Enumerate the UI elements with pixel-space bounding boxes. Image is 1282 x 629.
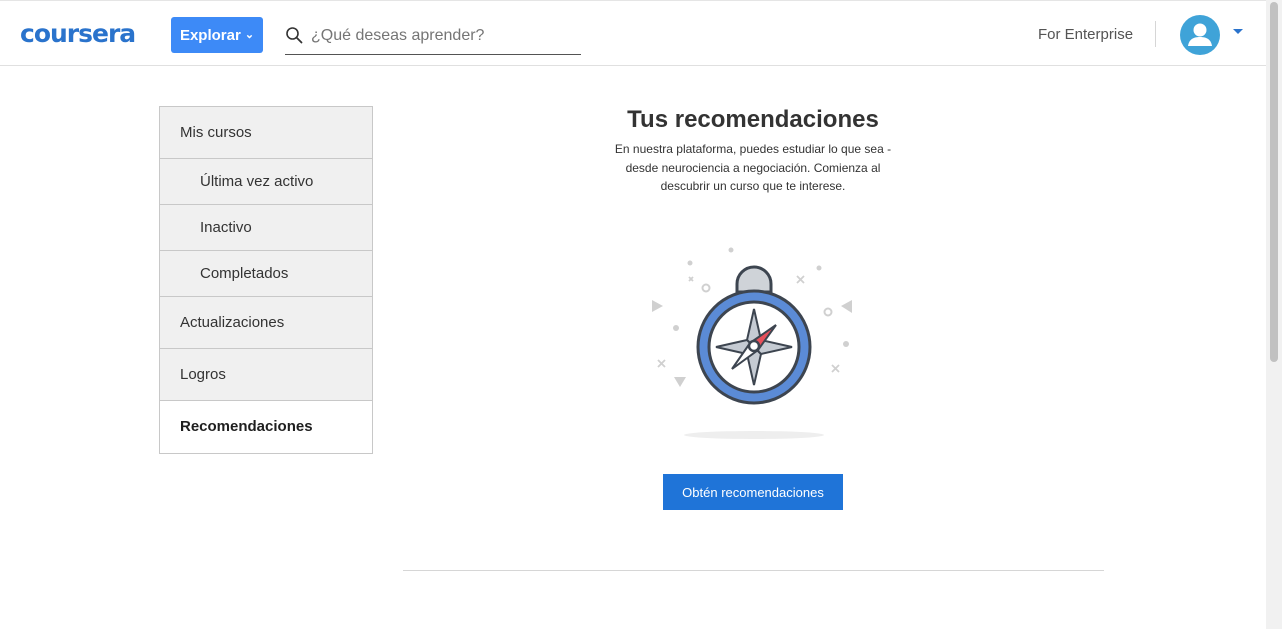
sidebar-menu: Mis cursos Última vez activo Inactivo Co… bbox=[159, 106, 373, 454]
avatar[interactable] bbox=[1180, 15, 1220, 55]
user-icon bbox=[1188, 23, 1212, 46]
sidebar-item-logros[interactable]: Logros bbox=[160, 349, 372, 401]
coursera-logo[interactable]: coursera bbox=[20, 19, 136, 48]
sidebar-item-completados[interactable]: Completados bbox=[160, 251, 372, 297]
chevron-down-icon: ⌄ bbox=[244, 28, 255, 41]
content-divider bbox=[403, 570, 1104, 571]
sidebar-item-mis-cursos[interactable]: Mis cursos bbox=[160, 107, 372, 159]
explore-button[interactable]: Explorar ⌄ bbox=[171, 17, 263, 53]
get-recommendations-button[interactable]: Obtén recomendaciones bbox=[663, 474, 843, 510]
search-icon[interactable] bbox=[285, 26, 303, 44]
sidebar-item-ultima-vez-activo[interactable]: Última vez activo bbox=[160, 159, 372, 205]
for-enterprise-link[interactable]: For Enterprise bbox=[1038, 26, 1133, 43]
vertical-scrollbar[interactable] bbox=[1266, 0, 1282, 629]
top-navigation-bar: coursera Explorar ⌄ For Enterprise bbox=[0, 0, 1266, 66]
search-bar bbox=[285, 18, 581, 55]
sidebar-item-actualizaciones[interactable]: Actualizaciones bbox=[160, 297, 372, 349]
search-input[interactable] bbox=[311, 22, 579, 50]
caret-down-icon[interactable] bbox=[1233, 29, 1243, 34]
page-title: Tus recomendaciones bbox=[627, 106, 879, 133]
compass-icon bbox=[652, 247, 852, 439]
explore-button-label: Explorar bbox=[179, 26, 241, 44]
sidebar-item-recomendaciones[interactable]: Recomendaciones bbox=[160, 401, 372, 453]
scrollbar-thumb[interactable] bbox=[1270, 2, 1278, 362]
page-description: En nuestra plataforma, puedes estudiar l… bbox=[614, 142, 892, 193]
sidebar-item-inactivo[interactable]: Inactivo bbox=[160, 205, 372, 251]
header-divider bbox=[1155, 21, 1156, 47]
